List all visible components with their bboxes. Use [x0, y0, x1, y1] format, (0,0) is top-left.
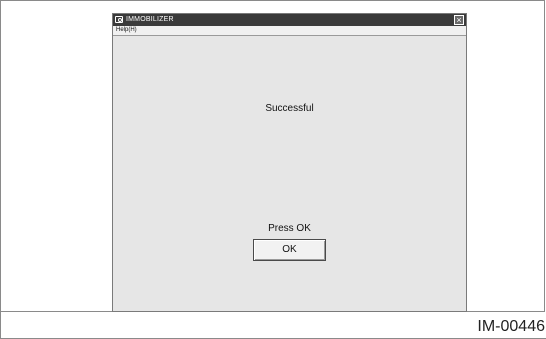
menu-bar: Help(H)	[113, 26, 466, 36]
window-title: IMMOBILIZER	[126, 16, 174, 23]
app-icon	[115, 16, 123, 23]
ok-button[interactable]: OK	[253, 239, 326, 261]
title-bar[interactable]: IMMOBILIZER ×	[113, 14, 466, 26]
menu-item-help[interactable]: Help(H)	[116, 26, 137, 35]
instruction-message: Press OK	[268, 223, 311, 234]
immobilizer-window: IMMOBILIZER × Help(H) Successful Press O…	[112, 13, 467, 312]
close-icon[interactable]: ×	[454, 15, 464, 25]
client-area: Successful Press OK OK	[113, 36, 466, 311]
figure-id-label: IM-00446	[477, 318, 545, 335]
success-message: Successful	[265, 103, 314, 114]
screenshot-panel: IMMOBILIZER × Help(H) Successful Press O…	[1, 0, 545, 312]
